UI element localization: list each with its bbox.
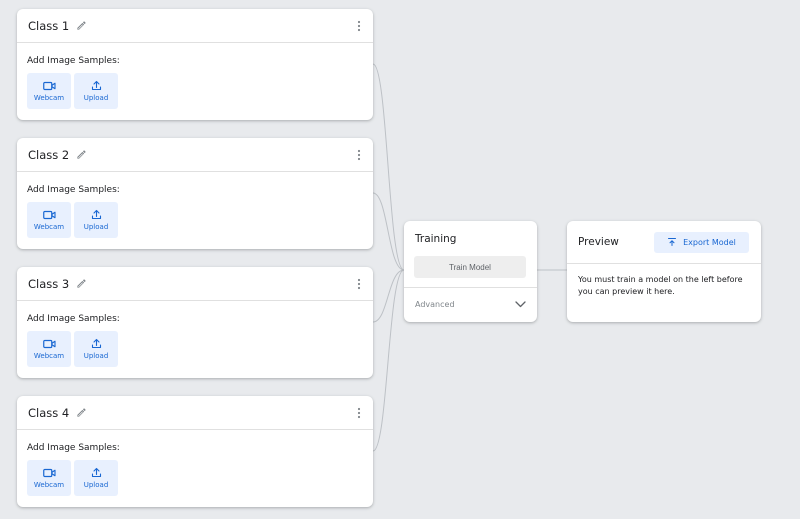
export-model-label: Export Model (683, 237, 736, 247)
webcam-button[interactable]: Webcam (27, 331, 71, 367)
webcam-label: Webcam (33, 480, 65, 489)
training-card: Training Train Model Advanced (404, 221, 537, 322)
class-header: Class 1 (17, 9, 373, 43)
upload-icon (91, 80, 101, 91)
videocam-icon (42, 210, 56, 219)
upload-label: Upload (83, 94, 109, 102)
preview-message: You must train a model on the left befor… (578, 275, 743, 296)
pencil-icon[interactable] (76, 149, 87, 160)
upload-icon (91, 338, 101, 349)
upload-button[interactable]: Upload (74, 73, 118, 109)
connector-class-2 (372, 192, 405, 271)
upload-label: Upload (83, 481, 109, 489)
preview-title: Preview (578, 236, 619, 248)
chevron-down-icon (515, 300, 526, 308)
class-name[interactable]: Class 2 (28, 148, 69, 162)
class-header: Class 2 (17, 138, 373, 172)
export-icon (668, 238, 677, 246)
add-samples-label: Add Image Samples: (27, 314, 120, 324)
train-model-button[interactable]: Train Model (414, 256, 526, 278)
preview-card: Preview Export Model You must train a mo… (567, 221, 761, 322)
class-header: Class 4 (17, 396, 373, 430)
class-header: Class 3 (17, 267, 373, 301)
class-name[interactable]: Class 1 (28, 19, 69, 33)
class-card-1: Class 1 Add Image Samples: Webcam Upload (17, 9, 373, 120)
add-samples-label: Add Image Samples: (27, 56, 120, 66)
upload-label: Upload (83, 223, 109, 231)
pencil-icon[interactable] (76, 278, 87, 289)
class-name[interactable]: Class 4 (28, 406, 69, 420)
preview-header: Preview Export Model (567, 221, 761, 264)
upload-icon (91, 467, 101, 478)
more-vert-icon[interactable] (357, 407, 361, 419)
webcam-label: Webcam (33, 351, 65, 360)
more-vert-icon[interactable] (357, 149, 361, 161)
connector-class-1 (372, 63, 405, 271)
more-vert-icon[interactable] (357, 278, 361, 290)
videocam-icon (42, 468, 56, 477)
upload-button[interactable]: Upload (74, 460, 118, 496)
upload-label: Upload (83, 352, 109, 360)
training-title: Training (415, 233, 457, 245)
webcam-label: Webcam (33, 222, 65, 231)
class-card-4: Class 4 Add Image Samples: Webcam Upload (17, 396, 373, 507)
pencil-icon[interactable] (76, 407, 87, 418)
export-model-button[interactable]: Export Model (654, 231, 749, 253)
connector-class-4 (372, 269, 405, 452)
class-card-3: Class 3 Add Image Samples: Webcam Upload (17, 267, 373, 378)
advanced-toggle[interactable]: Advanced (404, 288, 537, 320)
webcam-label: Webcam (33, 93, 65, 102)
webcam-button[interactable]: Webcam (27, 73, 71, 109)
more-vert-icon[interactable] (357, 20, 361, 32)
videocam-icon (42, 339, 56, 348)
class-name[interactable]: Class 3 (28, 277, 69, 291)
upload-button[interactable]: Upload (74, 202, 118, 238)
class-card-2: Class 2 Add Image Samples: Webcam Upload (17, 138, 373, 249)
upload-icon (91, 209, 101, 220)
webcam-button[interactable]: Webcam (27, 460, 71, 496)
videocam-icon (42, 81, 56, 90)
upload-button[interactable]: Upload (74, 331, 118, 367)
connector-class-3 (372, 269, 405, 323)
webcam-button[interactable]: Webcam (27, 202, 71, 238)
advanced-label: Advanced (415, 299, 455, 309)
pencil-icon[interactable] (76, 20, 87, 31)
add-samples-label: Add Image Samples: (27, 443, 120, 453)
add-samples-label: Add Image Samples: (27, 185, 120, 195)
